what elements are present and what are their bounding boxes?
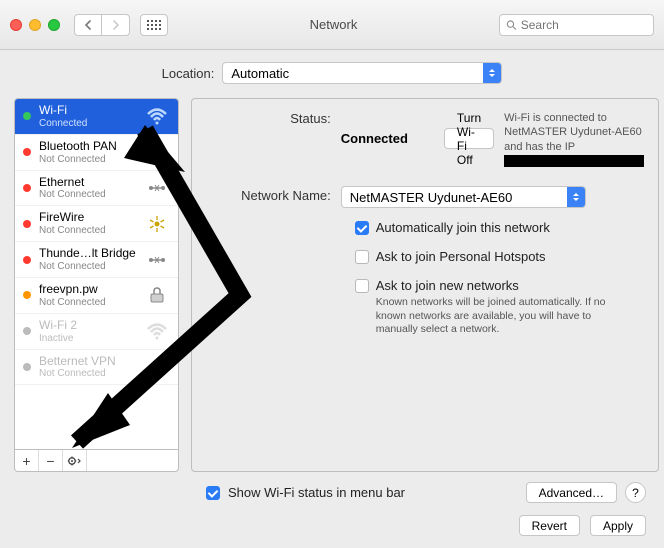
- remove-interface-button[interactable]: −: [39, 450, 63, 471]
- window-title: Network: [178, 17, 489, 32]
- advanced-button[interactable]: Advanced…: [526, 482, 617, 503]
- chevron-updown-icon: [567, 187, 585, 207]
- interface-name: Wi-Fi: [39, 104, 136, 118]
- status-dot-icon: [23, 363, 31, 371]
- interface-status: Not Connected: [39, 297, 136, 308]
- interface-name: Wi-Fi 2: [39, 319, 136, 333]
- status-label: Status:: [206, 109, 331, 168]
- status-dot-icon: [23, 112, 31, 120]
- back-button[interactable]: [74, 14, 102, 36]
- sidebar-toolbar: + −: [14, 450, 179, 472]
- interface-name: FireWire: [39, 211, 136, 225]
- interface-status: Not Connected: [39, 368, 136, 379]
- status-dot-icon: [23, 148, 31, 156]
- location-select[interactable]: Automatic: [222, 62, 502, 84]
- vpn-icon: [144, 285, 170, 305]
- interface-actions-button[interactable]: [63, 450, 87, 471]
- ethernet-icon: [144, 178, 170, 198]
- sidebar-item-wi-fi-2[interactable]: Wi-Fi 2Inactive: [15, 314, 178, 350]
- add-interface-button[interactable]: +: [15, 450, 39, 471]
- status-dot-icon: [23, 327, 31, 335]
- network-name-label: Network Name:: [206, 186, 331, 208]
- interface-name: Thunde…lt Bridge: [39, 247, 136, 261]
- ask-hotspot-label: Ask to join Personal Hotspots: [376, 249, 546, 264]
- wifi-icon: [144, 106, 170, 126]
- sidebar-item-ethernet[interactable]: EthernetNot Connected: [15, 171, 178, 207]
- interface-status: Inactive: [39, 333, 136, 344]
- interface-status: Not Connected: [39, 225, 136, 236]
- interface-status: Not Connected: [39, 261, 136, 272]
- forward-button[interactable]: [102, 14, 130, 36]
- grid-icon: [147, 20, 161, 30]
- search-icon: [506, 19, 517, 31]
- help-button[interactable]: ?: [625, 482, 646, 503]
- search-field[interactable]: [499, 14, 654, 36]
- wifi-toggle-button[interactable]: Turn Wi-Fi Off: [444, 128, 494, 149]
- network-name-select[interactable]: NetMASTER Uydunet-AE60: [341, 186, 586, 208]
- titlebar: Network: [0, 0, 664, 50]
- interface-status: Not Connected: [39, 189, 136, 200]
- redacted-ip: [504, 155, 644, 167]
- interface-name: Ethernet: [39, 176, 136, 190]
- status-value: Connected: [341, 131, 408, 146]
- search-input[interactable]: [521, 18, 647, 32]
- status-subtext: Wi-Fi is connected to NetMASTER Uydunet-…: [504, 111, 644, 168]
- bluetooth-icon: [144, 142, 170, 162]
- firewire-icon: [144, 214, 170, 234]
- interface-name: Bluetooth PAN: [39, 140, 136, 154]
- window-controls: [10, 19, 60, 31]
- show-all-button[interactable]: [140, 14, 168, 36]
- interface-status: Connected: [39, 118, 136, 129]
- status-dot-icon: [23, 184, 31, 192]
- interface-name: Betternet VPN: [39, 355, 136, 369]
- sidebar-item-thunde-lt-bridge[interactable]: Thunde…lt BridgeNot Connected: [15, 242, 178, 278]
- zoom-window-icon[interactable]: [48, 19, 60, 31]
- interfaces-list: Wi-FiConnectedBluetooth PANNot Connected…: [14, 98, 179, 450]
- new-networks-hint: Known networks will be joined automatica…: [376, 296, 626, 337]
- sidebar-item-wi-fi[interactable]: Wi-FiConnected: [15, 99, 178, 135]
- location-row: Location: Automatic: [0, 50, 664, 98]
- detail-pane: Status: Connected Turn Wi-Fi Off Wi-Fi i…: [191, 98, 659, 472]
- show-menu-checkbox[interactable]: [206, 486, 220, 500]
- interface-name: freevpn.pw: [39, 283, 136, 297]
- interfaces-sidebar: Wi-FiConnectedBluetooth PANNot Connected…: [14, 98, 179, 472]
- vpn-icon: [144, 357, 170, 377]
- location-label: Location:: [162, 66, 215, 81]
- sidebar-item-firewire[interactable]: FireWireNot Connected: [15, 206, 178, 242]
- sidebar-item-bluetooth-pan[interactable]: Bluetooth PANNot Connected: [15, 135, 178, 171]
- status-dot-icon: [23, 291, 31, 299]
- ask-new-networks-label: Ask to join new networks: [376, 278, 519, 293]
- close-window-icon[interactable]: [10, 19, 22, 31]
- nav-buttons: [74, 14, 130, 36]
- thunderbolt-icon: [144, 250, 170, 270]
- interface-status: Not Connected: [39, 154, 136, 165]
- status-dot-icon: [23, 220, 31, 228]
- auto-join-checkbox[interactable]: [355, 221, 369, 235]
- ask-new-networks-checkbox[interactable]: [355, 279, 369, 293]
- minimize-window-icon[interactable]: [29, 19, 41, 31]
- sidebar-item-betternet-vpn[interactable]: Betternet VPNNot Connected: [15, 350, 178, 386]
- status-dot-icon: [23, 256, 31, 264]
- location-value: Automatic: [223, 66, 483, 81]
- network-name-value: NetMASTER Uydunet-AE60: [342, 190, 567, 205]
- apply-button[interactable]: Apply: [590, 515, 646, 536]
- wifi-dim-icon: [144, 321, 170, 341]
- show-menu-label: Show Wi-Fi status in menu bar: [228, 485, 518, 500]
- sidebar-item-freevpn-pw[interactable]: freevpn.pwNot Connected: [15, 278, 178, 314]
- ask-hotspot-checkbox[interactable]: [355, 250, 369, 264]
- revert-button[interactable]: Revert: [519, 515, 580, 536]
- chevron-updown-icon: [483, 63, 501, 83]
- auto-join-label: Automatically join this network: [376, 220, 550, 235]
- gear-icon: [67, 455, 83, 467]
